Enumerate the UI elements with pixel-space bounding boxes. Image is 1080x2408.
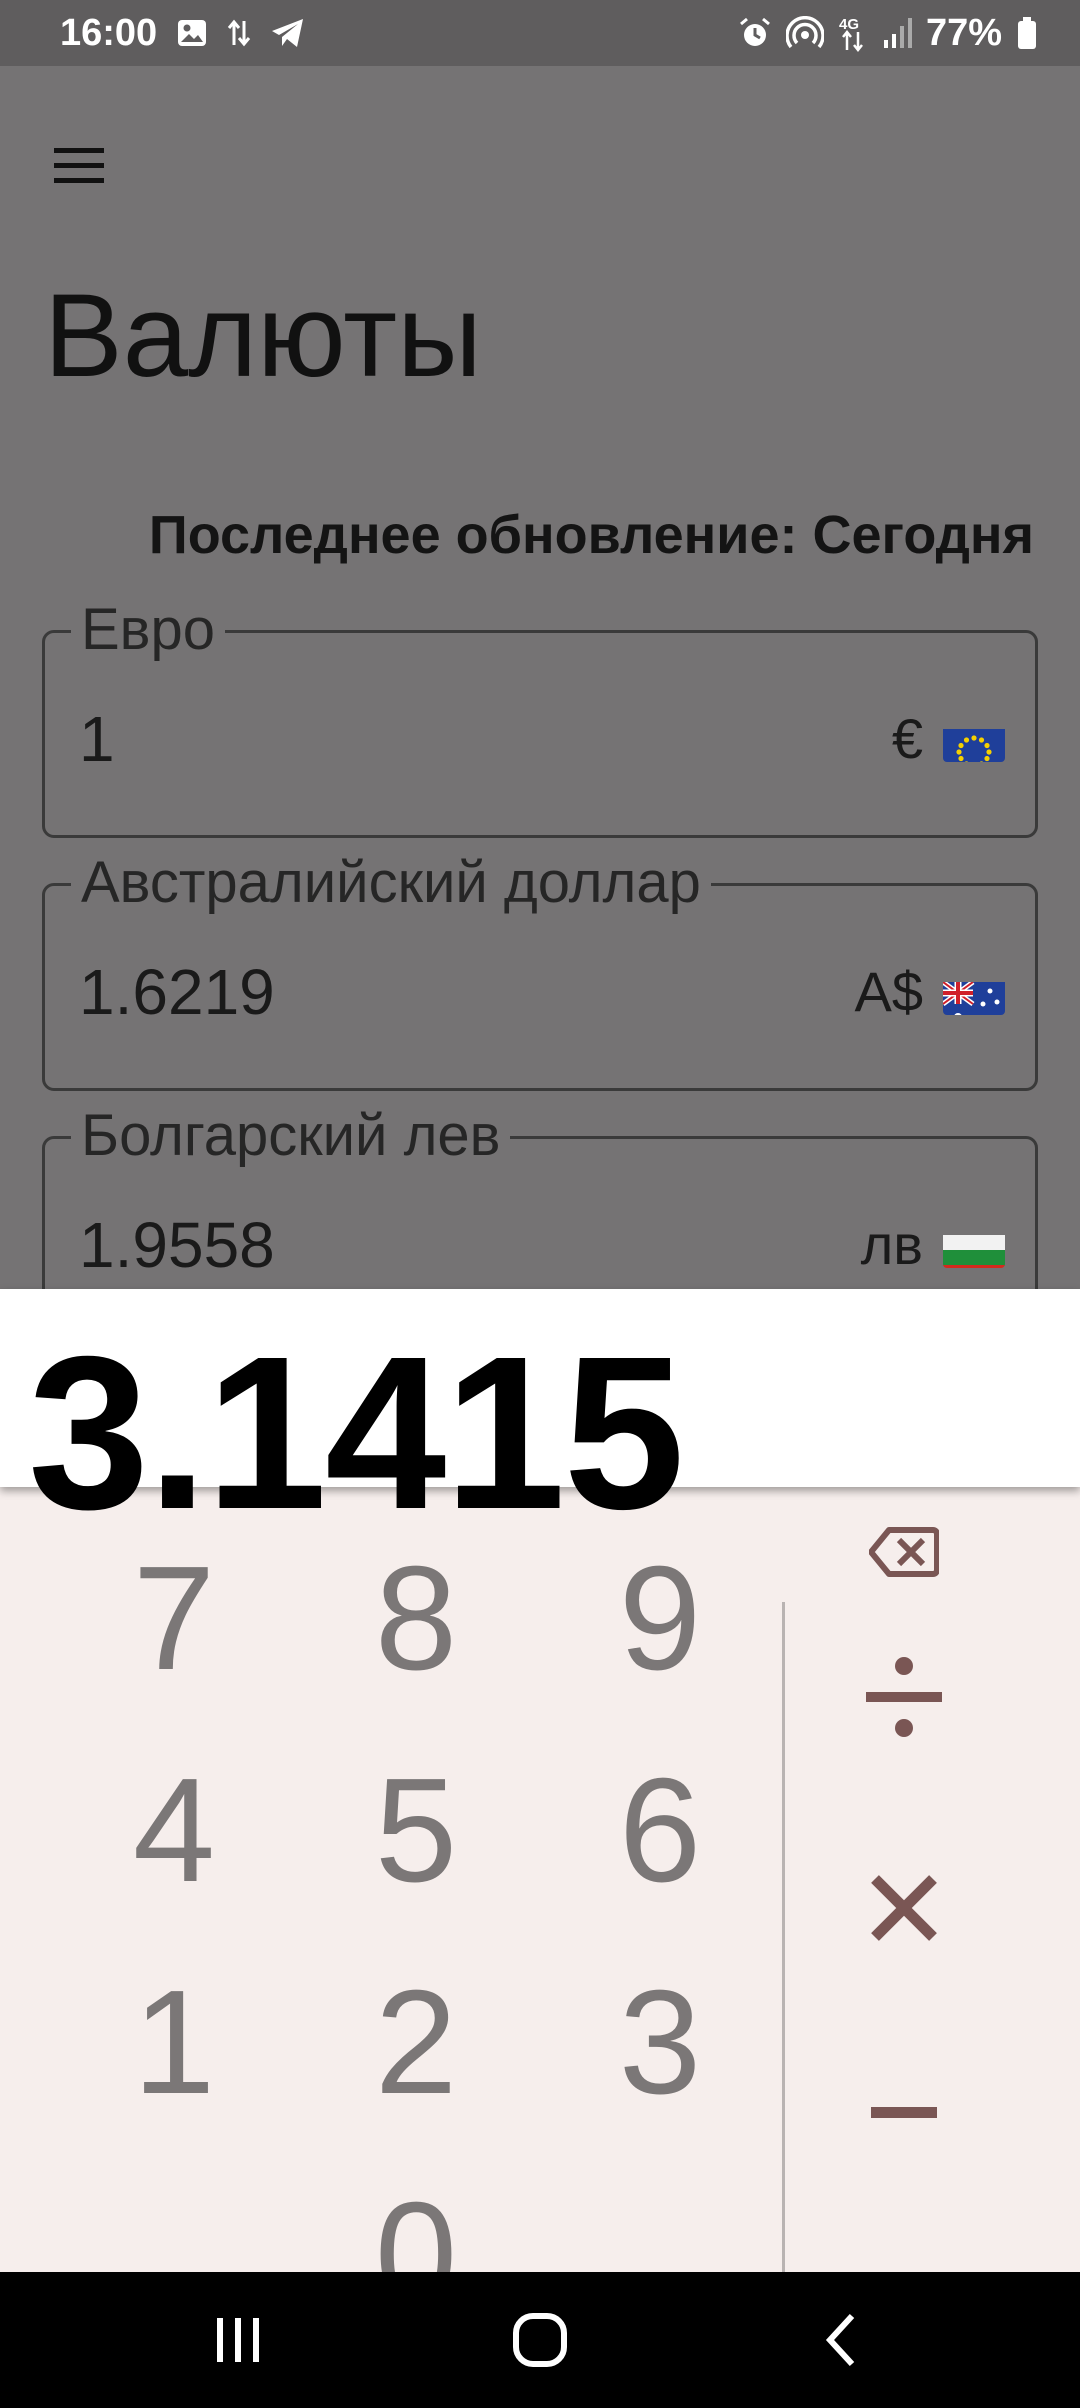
image-icon — [176, 17, 208, 49]
key-1[interactable]: 1 — [54, 1943, 294, 2143]
calculator-display: 3.1415 — [0, 1289, 1080, 1543]
backspace-button[interactable] — [804, 1487, 1004, 1627]
currency-field-aud[interactable]: Австралийский доллар 1.6219 A$ — [42, 848, 1038, 1091]
currency-value: 1.6219 — [79, 956, 275, 1028]
key-3[interactable]: 3 — [540, 1943, 780, 2143]
menu-button[interactable] — [40, 126, 120, 206]
data-arrows-icon — [226, 17, 252, 49]
keypad-divider — [782, 1602, 785, 2272]
currency-name: Болгарский лев — [71, 1101, 511, 1171]
key-9[interactable]: 9 — [540, 1519, 780, 1719]
minus-button[interactable] — [804, 2038, 1004, 2188]
key-2[interactable]: 2 — [296, 1943, 536, 2143]
4g-icon: 4G — [838, 14, 868, 52]
alarm-icon — [738, 16, 772, 50]
multiply-icon — [871, 1875, 937, 1941]
back-button[interactable] — [782, 2300, 902, 2380]
multiply-button[interactable] — [804, 1833, 1004, 1983]
currency-name: Евро — [71, 595, 226, 665]
back-icon — [825, 2313, 855, 2367]
calculator-sheet: 3.1415 7 8 9 4 5 6 1 2 3 0 — [0, 1289, 1080, 2272]
navigation-bar — [0, 2272, 1080, 2408]
hamburger-icon — [54, 148, 104, 183]
bg-flag-icon — [943, 1222, 1005, 1268]
key-0[interactable]: 0 — [296, 2155, 536, 2272]
eu-flag-icon — [943, 716, 1005, 762]
home-button[interactable] — [480, 2300, 600, 2380]
currency-suffix: лв — [861, 1205, 1005, 1285]
page-title: Валюты — [44, 270, 482, 402]
battery-percent: 77% — [925, 11, 1002, 54]
divide-button[interactable] — [804, 1622, 1004, 1772]
key-5[interactable]: 5 — [296, 1731, 536, 1931]
key-4[interactable]: 4 — [54, 1731, 294, 1931]
au-flag-icon — [943, 969, 1005, 1015]
last-update-text: Последнее обновление: Сегодня — [148, 505, 1034, 565]
keypad: 7 8 9 4 5 6 1 2 3 0 — [0, 1487, 1080, 2272]
telegram-icon — [270, 17, 306, 49]
home-icon — [513, 2313, 567, 2367]
status-right-icons: 4G 77% — [738, 8, 1038, 58]
currency-symbol: € — [891, 707, 923, 770]
key-7[interactable]: 7 — [54, 1519, 294, 1719]
status-time: 16:00 — [60, 12, 158, 54]
currency-value: 1.9558 — [79, 1209, 275, 1281]
currency-symbol: A$ — [854, 960, 924, 1023]
hotspot-icon — [785, 16, 824, 50]
currency-value: 1 — [79, 703, 115, 775]
backspace-icon — [869, 1527, 939, 1577]
key-8[interactable]: 8 — [296, 1519, 536, 1719]
status-bar: 16:00 4G 77% — [0, 0, 1080, 66]
key-6[interactable]: 6 — [540, 1731, 780, 1931]
svg-text:4G: 4G — [839, 16, 859, 33]
divide-icon — [866, 1657, 942, 1737]
currency-symbol: лв — [860, 1213, 923, 1276]
currency-suffix: € — [892, 699, 1005, 779]
recents-icon — [217, 2318, 259, 2362]
minus-icon — [871, 2107, 937, 2118]
signal-icon — [882, 16, 912, 50]
battery-icon — [1016, 16, 1038, 50]
recents-button[interactable] — [178, 2300, 298, 2380]
currency-suffix: A$ — [854, 952, 1005, 1032]
status-left-icons — [176, 12, 306, 54]
currency-name: Австралийский доллар — [71, 848, 711, 918]
currency-screen: Валюты Последнее обновление: Сегодня Евр… — [0, 66, 1080, 1344]
currency-field-eur[interactable]: Евро 1 € — [42, 595, 1038, 838]
